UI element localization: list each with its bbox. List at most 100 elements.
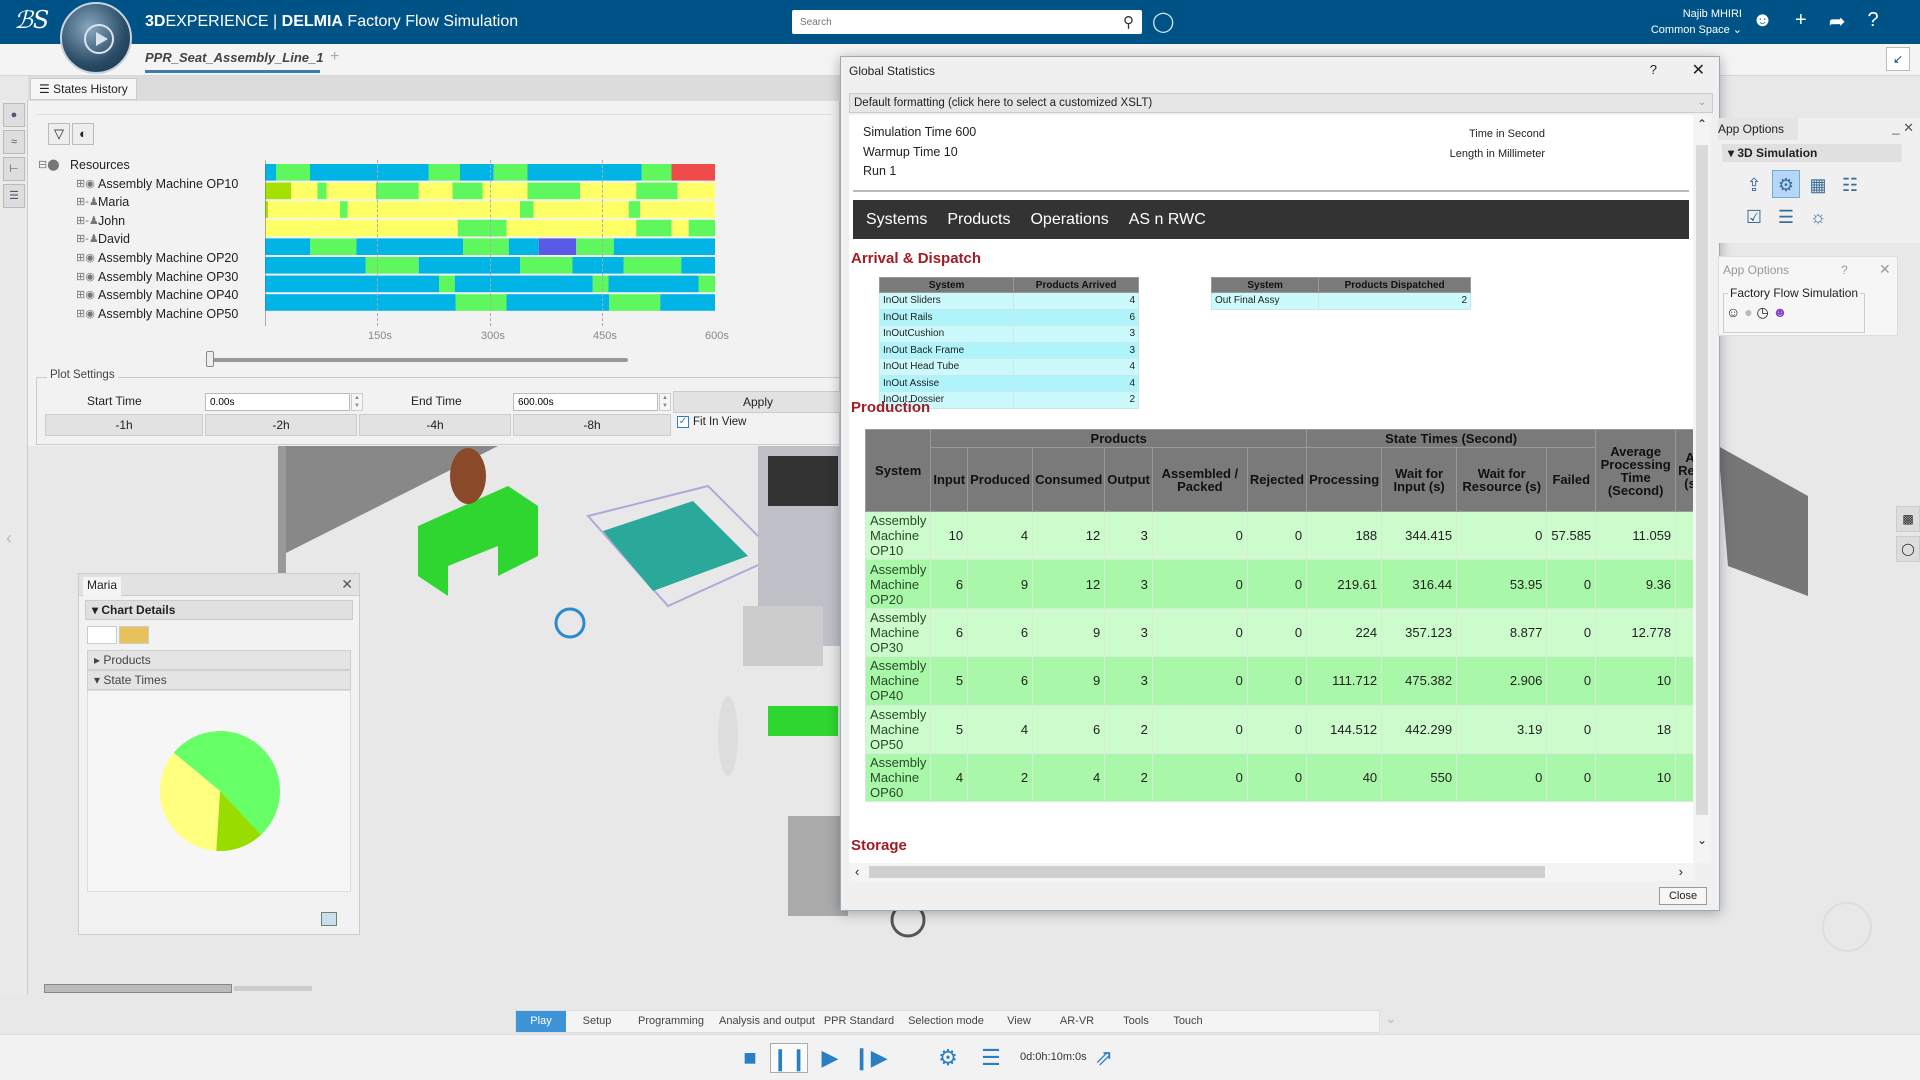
dialog-close-icon[interactable]: ✕ (1692, 60, 1705, 80)
nav-as-rwc[interactable]: AS n RWC (1129, 211, 1206, 229)
tree-item[interactable]: ⊞◉ Assembly Machine OP30 (36, 268, 266, 287)
compass-widget[interactable] (60, 2, 132, 74)
machine-icon[interactable]: ⊞◉ (76, 286, 95, 305)
collapse-icon[interactable]: ⊟⬤ (38, 156, 60, 175)
frame-icon[interactable]: ▦ (1804, 171, 1832, 199)
grey-item-icon[interactable]: ● (1744, 304, 1752, 320)
pie-chart-icon[interactable]: ◐ (72, 123, 94, 145)
tab-tools[interactable]: Tools (1110, 1011, 1162, 1032)
search-input[interactable] (792, 10, 1092, 34)
tab-touch[interactable]: Touch (1162, 1011, 1214, 1032)
pause-icon[interactable]: ❙❙ (770, 1043, 808, 1073)
tab-ar-vr[interactable]: AR-VR (1044, 1011, 1110, 1032)
scroll-up-icon[interactable]: ⌃ (1697, 117, 1707, 131)
play-icon[interactable] (84, 24, 114, 54)
resource-icon[interactable]: ☺ (1726, 304, 1740, 320)
operator-icon[interactable]: ☻ (1773, 304, 1788, 320)
end-time-spinner[interactable]: ▲ ▼ (659, 393, 671, 411)
step-forward-icon[interactable]: ❙▶ (852, 1043, 888, 1073)
tab-analysis-and-output[interactable]: Analysis and output (714, 1011, 820, 1032)
minus-8h-button[interactable]: -8h (513, 414, 671, 436)
tree-item[interactable]: ⊞◉ Assembly Machine OP40 (36, 286, 266, 305)
tree-tool-icon[interactable]: ⊢ (3, 157, 25, 181)
end-time-input[interactable] (513, 393, 658, 411)
robot-tool-icon[interactable]: ≈ (3, 130, 25, 154)
nav-operations[interactable]: Operations (1030, 211, 1108, 229)
simulation-icon[interactable]: ⚙ (1772, 170, 1800, 198)
view-list-icon[interactable]: ☼ (1804, 203, 1832, 231)
tree-item[interactable]: ⊞-♟ John (36, 212, 266, 231)
user-info[interactable]: Najib MHIRI Common Space ⌄ (1620, 6, 1742, 38)
help-button[interactable]: ? (1650, 62, 1657, 77)
start-time-spinner[interactable]: ▲ ▼ (351, 393, 363, 411)
bar-chart-icon[interactable] (119, 626, 149, 644)
report-vertical-scrollbar[interactable]: ⌃ ⌄ (1693, 115, 1711, 863)
clock-icon[interactable]: ◷ (1757, 304, 1769, 320)
operator-icon[interactable]: ⊞-♟ (76, 230, 99, 249)
close-button[interactable]: Close (1659, 887, 1707, 905)
machine-icon[interactable]: ⊞◉ (76, 305, 95, 324)
horizontal-scroll-thumb[interactable] (869, 866, 1545, 878)
state-times-section[interactable]: ▾ State Times (87, 670, 351, 690)
left-scrollbar-track[interactable] (234, 986, 312, 991)
tab-view[interactable]: View (994, 1011, 1044, 1032)
camera-icon[interactable]: ▩ (1896, 506, 1920, 532)
add-tab-button[interactable]: + (330, 48, 339, 66)
share-icon[interactable]: ➦ (1829, 9, 1846, 34)
tab-selection-mode[interactable]: Selection mode (898, 1011, 994, 1032)
settings-list-icon[interactable]: ☰ (1772, 203, 1800, 231)
nav-products[interactable]: Products (947, 211, 1010, 229)
scroll-down-icon[interactable]: ⌄ (1697, 833, 1707, 847)
operator-icon[interactable]: ⊞-♟ (76, 212, 99, 231)
checklist-icon[interactable]: ☑ (1740, 203, 1768, 231)
app-options-tab[interactable]: App Options (1718, 118, 1798, 140)
machine-icon[interactable]: ⊞◉ (76, 175, 95, 194)
close-icon[interactable]: _ ✕ (1892, 120, 1914, 136)
chart-details-header[interactable]: ▾ Chart Details (85, 600, 353, 620)
states-tool-icon[interactable]: ☰ (3, 184, 25, 208)
products-section[interactable]: ▸ Products (87, 650, 351, 670)
line-chart-icon[interactable] (87, 626, 117, 644)
3ds-logo[interactable]: ℬS (14, 6, 49, 34)
apply-button[interactable]: Apply (673, 391, 843, 413)
left-scrollbar-thumb[interactable] (44, 984, 232, 993)
vertical-scroll-thumb[interactable] (1696, 145, 1708, 815)
export-icon[interactable]: ⇪ (1740, 171, 1768, 199)
collapse-icon[interactable]: ↙ (1886, 47, 1910, 71)
search-icon[interactable]: ⚲ (1123, 13, 1134, 31)
orientation-compass[interactable] (1822, 902, 1872, 952)
nav-systems[interactable]: Systems (866, 211, 927, 229)
tab-programming[interactable]: Programming (628, 1011, 714, 1032)
help-icon[interactable]: ? (1841, 263, 1848, 277)
add-icon[interactable]: + (1795, 9, 1807, 34)
globe-tool-icon[interactable]: ● (3, 103, 25, 127)
check-icon[interactable]: ✓ (677, 416, 689, 428)
gantt-chart[interactable]: 150s 300s 450s 600s (264, 160, 729, 400)
scroll-right-icon[interactable]: › (1679, 864, 1683, 879)
close-icon[interactable]: ✕ (341, 576, 353, 593)
minus-2h-button[interactable]: -2h (205, 414, 357, 436)
settings-gear-icon[interactable]: ⚙ (935, 1043, 961, 1073)
report-horizontal-scrollbar[interactable]: ‹ › (849, 863, 1695, 881)
start-time-input[interactable] (205, 393, 350, 411)
tree-item[interactable]: ⊞-♟ David (36, 230, 266, 249)
export-icon[interactable] (321, 912, 337, 926)
time-slider-thumb[interactable] (206, 351, 214, 367)
close-icon[interactable]: ✕ (1879, 261, 1891, 278)
states-history-tab[interactable]: ☰ States History (30, 78, 137, 100)
chevron-down-icon[interactable]: ⌄ (1385, 1010, 1397, 1027)
comment-icon[interactable]: ◯ (1896, 536, 1920, 562)
machine-icon[interactable]: ⊞◉ (76, 268, 95, 287)
time-slider-track[interactable] (208, 358, 628, 362)
export-record-icon[interactable]: ⇗ (1090, 1043, 1118, 1073)
tree-item[interactable]: ⊞◉ Assembly Machine OP20 (36, 249, 266, 268)
machine-icon[interactable]: ⊞◉ (76, 249, 95, 268)
scroll-left-icon[interactable]: ‹ (855, 864, 859, 879)
xslt-selector[interactable]: Default formatting (click here to select… (849, 93, 1713, 113)
search-box[interactable]: ⚲ (792, 10, 1142, 34)
minus-1h-button[interactable]: -1h (45, 414, 203, 436)
stop-icon[interactable]: ■ (738, 1043, 762, 1073)
tab-setup[interactable]: Setup (566, 1011, 628, 1032)
operator-icon[interactable]: ⊞-♟ (76, 193, 99, 212)
play-icon[interactable]: ▶ (818, 1043, 842, 1073)
